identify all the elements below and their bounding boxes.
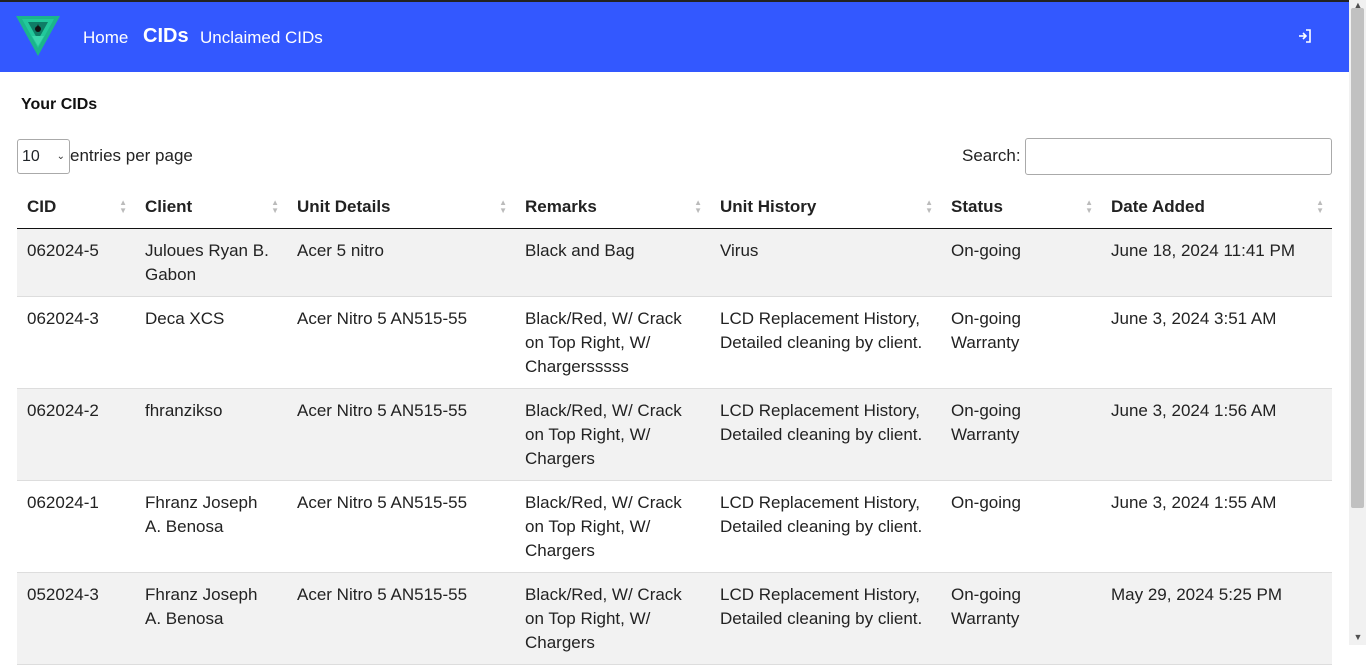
cell-status: On-going Warranty	[941, 572, 1101, 665]
cell-unit-history: LCD Replacement History, Detailed cleani…	[710, 480, 941, 573]
scroll-down-arrow-icon[interactable]: ▼	[1352, 632, 1364, 642]
cell-cid: 062024-3	[17, 296, 135, 389]
cell-date-added: June 3, 2024 1:56 AM	[1101, 388, 1332, 481]
column-header-label: CID	[27, 197, 57, 216]
chevron-down-icon: ⌄	[56, 151, 65, 162]
scrollbar-thumb[interactable]	[1351, 8, 1364, 508]
entries-per-page-select[interactable]: 10 ⌄	[17, 139, 70, 174]
cell-remarks: Black/Red, W/ Crack on Top Right, W/ Cha…	[515, 480, 710, 573]
table-row[interactable]: 062024-5 Juloues Ryan B. Gabon Acer 5 ni…	[17, 228, 1332, 297]
cell-remarks: Black/Red, W/ Crack on Top Right, W/ Cha…	[515, 296, 710, 389]
navbar: Home CIDs Unclaimed CIDs	[0, 2, 1349, 72]
cell-cid: 052024-3	[17, 572, 135, 665]
table-row[interactable]: 062024-2 fhranzikso Acer Nitro 5 AN515-5…	[17, 388, 1332, 481]
column-header-label: Remarks	[525, 197, 597, 216]
cell-client: Deca XCS	[135, 296, 287, 389]
entries-per-page-label: entries per page	[70, 146, 193, 165]
cell-date-added: May 29, 2024 5:25 PM	[1101, 572, 1332, 665]
cell-remarks: Black and Bag	[515, 228, 710, 297]
column-header-remarks[interactable]: Remarks ▲ ▼	[515, 186, 710, 229]
cell-date-added: June 18, 2024 11:41 PM	[1101, 228, 1332, 297]
sort-arrows-icon: ▲ ▼	[499, 198, 507, 215]
column-header-cid[interactable]: CID ▲ ▼	[17, 186, 135, 229]
cell-date-added: June 3, 2024 1:55 AM	[1101, 480, 1332, 573]
cell-status: On-going	[941, 228, 1101, 297]
table-row[interactable]: 062024-1 Fhranz Joseph A. Benosa Acer Ni…	[17, 480, 1332, 573]
cell-unit-details: Acer Nitro 5 AN515-55	[287, 296, 515, 389]
column-header-label: Unit History	[720, 197, 817, 216]
cell-unit-details: Acer 5 nitro	[287, 228, 515, 297]
cell-client: Fhranz Joseph A. Benosa	[135, 572, 287, 665]
cell-remarks: Black/Red, W/ Crack on Top Right, W/ Cha…	[515, 572, 710, 665]
sort-arrows-icon: ▲ ▼	[119, 198, 127, 215]
page-title: Your CIDs	[21, 96, 98, 113]
column-header-label: Unit Details	[297, 197, 391, 216]
cell-unit-details: Acer Nitro 5 AN515-55	[287, 572, 515, 665]
column-header-label: Client	[145, 197, 193, 216]
column-header-label: Status	[951, 197, 1003, 216]
table-row[interactable]: 052024-3 Fhranz Joseph A. Benosa Acer Ni…	[17, 572, 1332, 665]
cell-cid: 062024-1	[17, 480, 135, 573]
sort-arrows-icon: ▲ ▼	[1085, 198, 1093, 215]
column-header-client[interactable]: Client ▲ ▼	[135, 186, 287, 229]
table-row[interactable]: 062024-3 Deca XCS Acer Nitro 5 AN515-55 …	[17, 296, 1332, 389]
sort-arrows-icon: ▲ ▼	[925, 198, 933, 215]
column-header-status[interactable]: Status ▲ ▼	[941, 186, 1101, 229]
column-header-label: Date Added	[1111, 197, 1205, 216]
nav-unclaimed-cids-link[interactable]: Unclaimed CIDs	[200, 28, 323, 48]
cell-client: Juloues Ryan B. Gabon	[135, 228, 287, 297]
cell-status: On-going Warranty	[941, 296, 1101, 389]
cell-unit-history: LCD Replacement History, Detailed cleani…	[710, 388, 941, 481]
cell-unit-details: Acer Nitro 5 AN515-55	[287, 388, 515, 481]
sort-arrows-icon: ▲ ▼	[694, 198, 702, 215]
nav-home-link[interactable]: Home	[83, 28, 128, 48]
cell-status: On-going	[941, 480, 1101, 573]
cids-table: CID ▲ ▼ Client ▲ ▼ Unit Details ▲ ▼ Remarks ▲ ▼ …	[17, 186, 1332, 665]
cell-cid: 062024-2	[17, 388, 135, 481]
entries-select-value: 10	[22, 148, 40, 165]
cell-unit-history: Virus	[710, 228, 941, 297]
cell-cid: 062024-5	[17, 228, 135, 297]
cell-date-added: June 3, 2024 3:51 AM	[1101, 296, 1332, 389]
cell-status: On-going Warranty	[941, 388, 1101, 481]
cell-remarks: Black/Red, W/ Crack on Top Right, W/ Cha…	[515, 388, 710, 481]
sign-in-icon[interactable]	[1298, 29, 1314, 45]
cell-unit-history: LCD Replacement History, Detailed cleani…	[710, 296, 941, 389]
cell-unit-details: Acer Nitro 5 AN515-55	[287, 480, 515, 573]
column-header-unit-details[interactable]: Unit Details ▲ ▼	[287, 186, 515, 229]
cell-unit-history: LCD Replacement History, Detailed cleani…	[710, 572, 941, 665]
table-header-row: CID ▲ ▼ Client ▲ ▼ Unit Details ▲ ▼ Remarks ▲ ▼ …	[17, 186, 1332, 229]
nav-cids-link[interactable]: CIDs	[143, 25, 189, 48]
sort-arrows-icon: ▲ ▼	[271, 198, 279, 215]
search-input[interactable]	[1025, 138, 1332, 175]
cell-client: Fhranz Joseph A. Benosa	[135, 480, 287, 573]
triangle-logo-icon[interactable]	[16, 16, 60, 58]
search-label: Search:	[962, 146, 1021, 165]
sort-arrows-icon: ▲ ▼	[1316, 198, 1324, 215]
column-header-date-added[interactable]: Date Added ▲ ▼	[1101, 186, 1332, 229]
column-header-unit-history[interactable]: Unit History ▲ ▼	[710, 186, 941, 229]
cell-client: fhranzikso	[135, 388, 287, 481]
